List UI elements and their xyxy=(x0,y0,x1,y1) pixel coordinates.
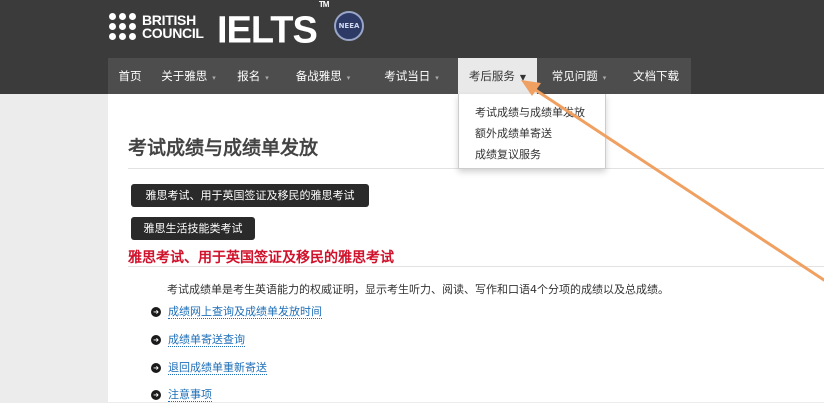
page-title: 考试成绩与成绩单发放 xyxy=(128,137,319,159)
ielts-wordmark: IELTS xyxy=(217,9,318,52)
ielts-tm: TM xyxy=(318,0,330,9)
caret-down-icon: ▾ xyxy=(435,74,439,82)
nav-item-downloads[interactable]: 文档下载 xyxy=(621,58,691,94)
link-resend-returned[interactable]: 退回成绩单重新寄送 xyxy=(168,361,267,375)
nav-label: 考试当日 xyxy=(384,69,431,83)
caret-down-icon: ▾ xyxy=(265,74,269,82)
caret-down-icon: ▾ xyxy=(602,74,607,82)
bc-line2: COUNCIL xyxy=(142,25,204,41)
nav-item-after-test[interactable]: 考后服务 ▼ xyxy=(458,58,537,94)
nav-item-about[interactable]: 关于雅思 ▾ xyxy=(152,58,225,94)
life-skills-button[interactable]: 雅思生活技能类考试 xyxy=(131,217,255,240)
nav-item-faq[interactable]: 常见问题 ▾ xyxy=(537,58,621,94)
neea-seal-icon: NEEA xyxy=(334,11,364,41)
british-council-wordmark: BRITISH COUNCIL xyxy=(142,13,204,41)
main-nav: 首页 关于雅思 ▾ 报名 ▾ 备战雅思 ▾ 考试当日 ▾ 考后服务 ▼ 常见问题 ▾ 文档下… xyxy=(108,58,691,94)
nav-item-register[interactable]: 报名 ▾ xyxy=(225,58,281,94)
british-council-dots-icon xyxy=(108,12,138,42)
list-item[interactable]: ➜ 退回成绩单重新寄送 xyxy=(151,360,267,376)
caret-down-icon: ▼ xyxy=(519,73,527,82)
list-item[interactable]: ➜ 注意事项 xyxy=(151,387,212,403)
link-delivery-query[interactable]: 成绩单寄送查询 xyxy=(168,333,245,347)
nav-label: 关于雅思 xyxy=(161,69,208,83)
nav-label: 常见问题 xyxy=(551,69,598,83)
nav-item-home[interactable]: 首页 xyxy=(108,58,152,94)
list-item[interactable]: ➜ 成绩单寄送查询 xyxy=(151,332,245,348)
dropdown-item-results[interactable]: 考试成绩与成绩单发放 xyxy=(475,104,585,120)
arrow-circle-icon: ➜ xyxy=(151,390,161,400)
link-results-online[interactable]: 成绩网上查询及成绩单发放时间 xyxy=(168,305,322,319)
nav-label: 首页 xyxy=(118,69,142,83)
section-heading: 雅思考试、用于英国签证及移民的雅思考试 xyxy=(128,250,394,266)
british-council-logo[interactable]: BRITISH COUNCIL xyxy=(108,12,204,42)
nav-label: 报名 xyxy=(237,69,261,83)
nav-label: 备战雅思 xyxy=(295,69,342,83)
arrow-circle-icon: ➜ xyxy=(151,307,161,317)
nav-label: 考后服务 xyxy=(468,69,515,83)
caret-down-icon: ▾ xyxy=(346,74,351,82)
nav-item-prepare[interactable]: 备战雅思 ▾ xyxy=(281,58,365,94)
section-divider xyxy=(128,266,824,267)
dropdown-item-extra-transcripts[interactable]: 额外成绩单寄送 xyxy=(475,125,552,141)
arrow-circle-icon: ➜ xyxy=(151,335,161,345)
nav-item-test-day[interactable]: 考试当日 ▾ xyxy=(365,58,458,94)
after-test-dropdown-menu: 考试成绩与成绩单发放 额外成绩单寄送 成绩复议服务 xyxy=(458,94,606,169)
arrow-circle-icon: ➜ xyxy=(151,363,161,373)
dropdown-item-remark[interactable]: 成绩复议服务 xyxy=(475,146,541,162)
description-text: 考试成绩单是考生英语能力的权威证明，显示考生听力、阅读、写作和口语4个分项的成绩… xyxy=(167,283,669,296)
ielts-logo[interactable]: IELTSTM xyxy=(217,0,329,52)
caret-down-icon: ▾ xyxy=(212,74,216,82)
ielts-ukvi-button[interactable]: 雅思考试、用于英国签证及移民的雅思考试 xyxy=(131,184,369,207)
link-notes[interactable]: 注意事项 xyxy=(168,388,212,402)
nav-label: 文档下载 xyxy=(633,69,679,83)
seal-text: NEEA xyxy=(338,22,360,30)
list-item[interactable]: ➜ 成绩网上查询及成绩单发放时间 xyxy=(151,304,322,320)
